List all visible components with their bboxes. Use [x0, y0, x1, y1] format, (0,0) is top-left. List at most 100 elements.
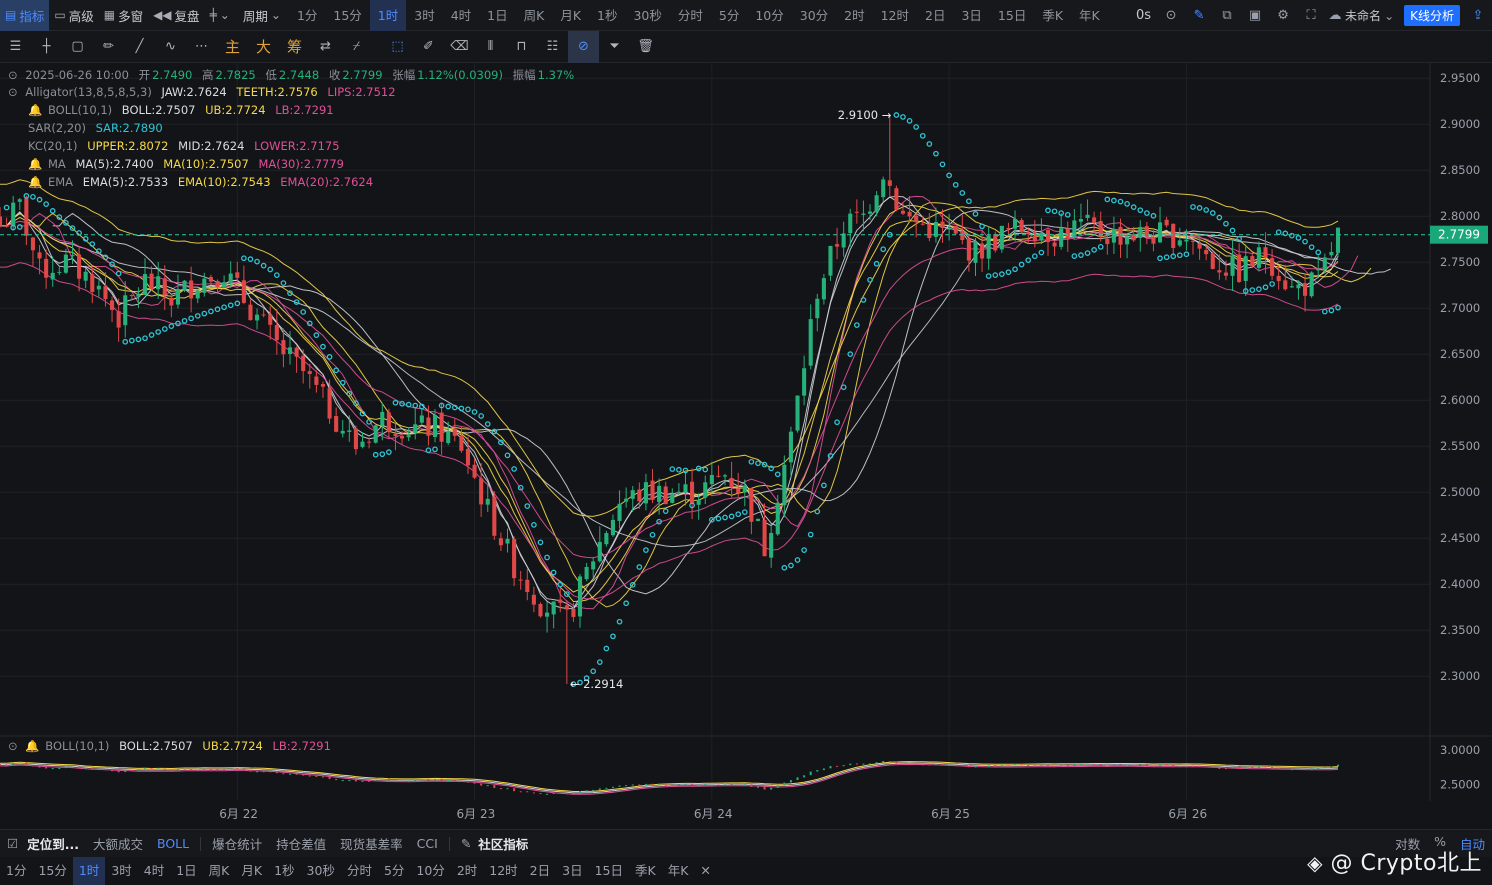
bottom-period-tab[interactable]: 3日 [556, 857, 588, 885]
locate-button[interactable]: 定位到... [20, 834, 86, 853]
period-tab[interactable]: 年K [1071, 0, 1108, 31]
big-order-button[interactable]: 大 [248, 31, 279, 63]
indicator-button[interactable]: ▤ 指标 [0, 0, 50, 31]
replay-button[interactable]: ◀◀ 复盘 [148, 0, 204, 31]
liquidation-tab[interactable]: 爆仓统计 [205, 834, 269, 853]
bottom-period-tab[interactable]: 3时 [105, 857, 137, 885]
pen-icon[interactable]: ✎ [1185, 8, 1213, 23]
chevron-down-icon[interactable]: ⌄ [1384, 9, 1394, 23]
horizontal-line-icon[interactable]: ┼ [31, 31, 62, 63]
bottom-period-tab[interactable]: 分时 [341, 857, 378, 885]
lock-icon[interactable]: ⊓ [506, 31, 537, 63]
menu-icon[interactable]: ☰ [0, 31, 31, 63]
candle-body [314, 376, 319, 385]
bottom-period-tab[interactable]: 30秒 [301, 857, 341, 885]
workspace-name[interactable]: 未命名 [1345, 7, 1381, 24]
sub-candle [842, 765, 845, 767]
eraser-icon[interactable]: ⌫ [444, 31, 475, 63]
candle-body [914, 215, 919, 223]
period-button[interactable]: 周期 ⌄ [238, 0, 289, 31]
period-tab[interactable]: 10分 [747, 0, 791, 31]
wave-icon[interactable]: ∿ [155, 31, 186, 63]
pencil-icon[interactable]: ✐ [413, 31, 444, 63]
settings-gear-icon[interactable]: ⚙ [1269, 8, 1297, 23]
more-icon[interactable]: ⋯ [186, 31, 217, 63]
open-interest-tab[interactable]: 持仓差值 [269, 834, 333, 853]
high-annotation: 2.9100 → [838, 108, 892, 122]
period-tab[interactable]: 1秒 [589, 0, 625, 31]
trend-line-icon[interactable]: ╱ [124, 31, 155, 63]
period-tab[interactable]: 周K [516, 0, 553, 31]
bottom-period-tab[interactable]: 2日 [524, 857, 556, 885]
candle-body [736, 488, 741, 494]
snapshot-icon[interactable]: ▣ [1241, 8, 1269, 23]
magnet-icon[interactable]: ⊘ [568, 30, 599, 63]
bottom-period-tab[interactable]: 5分 [378, 857, 410, 885]
share-icon[interactable]: ⧉ [1213, 8, 1241, 23]
period-tab[interactable]: 月K [552, 0, 589, 31]
trash-icon[interactable]: 🗑 [630, 31, 661, 63]
advanced-button[interactable]: ▭ 高级 [49, 0, 98, 31]
main-chart-button[interactable]: 主 [217, 31, 248, 63]
bottom-period-tab[interactable]: 季K [629, 857, 662, 885]
checkbox-icon[interactable]: ☑ [0, 836, 20, 851]
big-trade-tab[interactable]: 大额成交 [86, 834, 150, 853]
period-tab[interactable]: 1时 [369, 0, 407, 31]
bottom-period-tab[interactable]: 10分 [410, 857, 450, 885]
filter-icon[interactable]: ⏷ [599, 31, 630, 63]
fullscreen-icon[interactable]: ⛶ [1297, 8, 1325, 23]
bottom-period-tab[interactable]: 15日 [589, 857, 629, 885]
share-link-icon[interactable]: ⇪ [1464, 8, 1492, 23]
sub-candle [407, 780, 410, 782]
sub-candle [354, 779, 357, 782]
cloud-icon[interactable]: ☁ [1325, 8, 1345, 23]
bottom-period-tab[interactable]: 月K [235, 857, 268, 885]
cci-tab[interactable]: CCI [410, 836, 445, 851]
bottom-period-tab[interactable]: 年K [662, 857, 695, 885]
period-tab[interactable]: 15日 [990, 0, 1034, 31]
close-icon[interactable]: ✕ [694, 857, 716, 885]
bottom-period-tab[interactable]: 1秒 [268, 857, 300, 885]
ruler-icon[interactable]: ✏ [93, 31, 124, 63]
multi-window-button[interactable]: ▦ 多窗 [99, 0, 148, 31]
basis-tab[interactable]: 现货基差率 [333, 834, 410, 853]
bottom-period-tab[interactable]: 4时 [138, 857, 170, 885]
bar-pattern-icon[interactable]: ⫴ [475, 31, 506, 63]
period-tab[interactable]: 分时 [670, 0, 711, 31]
period-tab[interactable]: 3时 [406, 0, 442, 31]
period-tab[interactable]: 季K [1034, 0, 1071, 31]
note-icon[interactable]: ☷ [537, 31, 568, 63]
period-tab[interactable]: 12时 [873, 0, 917, 31]
period-tab[interactable]: 4时 [443, 0, 479, 31]
period-tab[interactable]: 1日 [479, 0, 515, 31]
period-tab[interactable]: 15分 [325, 0, 369, 31]
period-tab[interactable]: 3日 [953, 0, 989, 31]
rectangle-icon[interactable]: ▢ [62, 31, 93, 63]
period-tab[interactable]: 1分 [289, 0, 325, 31]
sub-candle [526, 791, 529, 793]
bottom-period-tab[interactable]: 1分 [0, 857, 32, 885]
community-indicator-tab[interactable]: 社区指标 [471, 834, 535, 853]
swap-icon[interactable]: ⇄ [310, 31, 341, 63]
bottom-period-tab[interactable]: 1日 [170, 857, 202, 885]
period-tab[interactable]: 30秒 [625, 0, 669, 31]
period-tab[interactable]: 5分 [711, 0, 747, 31]
chart-type-button[interactable]: ╪ ⌄ [205, 0, 238, 31]
period-tab[interactable]: 2日 [917, 0, 953, 31]
bottom-period-tab[interactable]: 15分 [32, 857, 72, 885]
bottom-period-tab[interactable]: 周K [203, 857, 236, 885]
bottom-period-tab[interactable]: 2时 [451, 857, 483, 885]
select-icon[interactable]: ⬚ [382, 31, 413, 63]
period-tab[interactable]: 2时 [836, 0, 872, 31]
bottom-period-tab[interactable]: 12时 [483, 857, 523, 885]
boll-tab[interactable]: BOLL [150, 836, 196, 851]
kline-analysis-button[interactable]: K线分析 [1404, 5, 1460, 26]
price-chart[interactable]: 2.7799 2.9500 2.9000 2.8500 2.8000 2.7500 2.70… [0, 63, 1492, 827]
bottom-period-tab[interactable]: 1时 [72, 857, 106, 885]
candle-body [0, 216, 3, 226]
camera-icon[interactable]: ⊙ [1157, 8, 1185, 23]
edit-icon[interactable]: ✎ [454, 836, 471, 851]
chip-button[interactable]: 筹 [279, 31, 310, 63]
brush-icon[interactable]: ⌿ [341, 31, 372, 63]
period-tab[interactable]: 30分 [792, 0, 836, 31]
